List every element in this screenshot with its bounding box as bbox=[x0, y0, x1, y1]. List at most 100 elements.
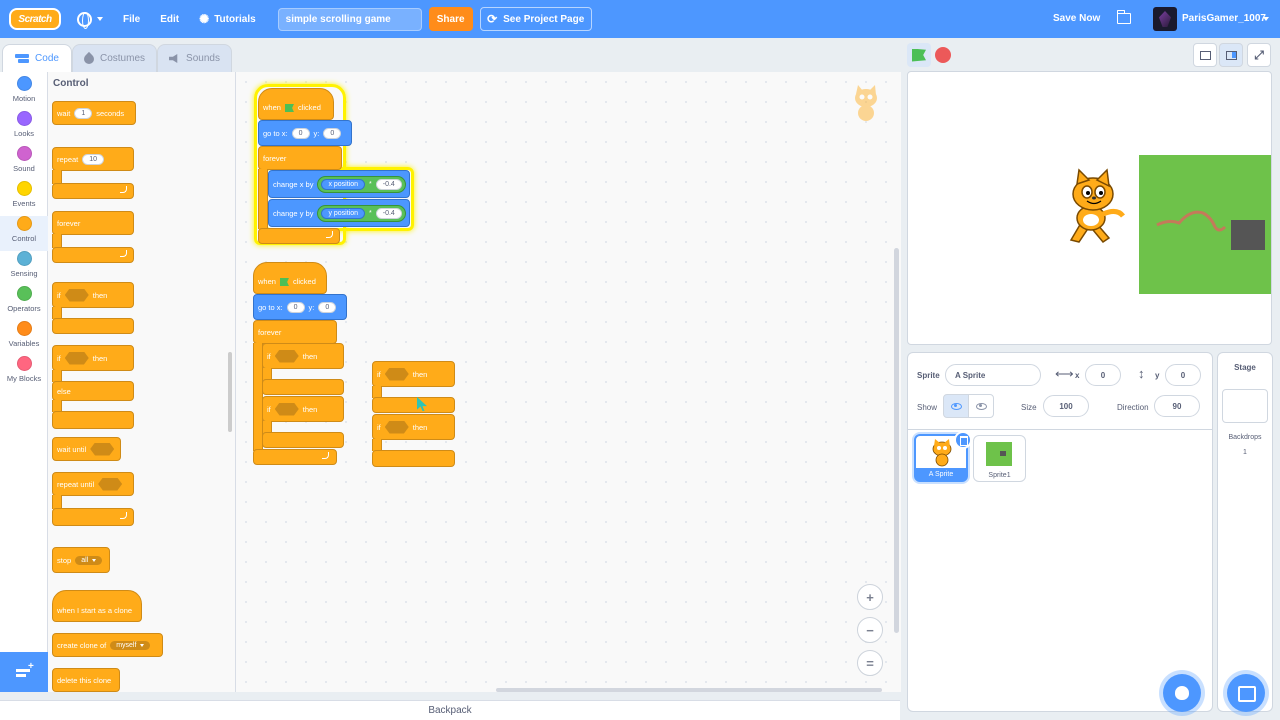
category-sensing[interactable]: Sensing bbox=[0, 251, 48, 286]
avatar[interactable] bbox=[1153, 7, 1177, 31]
category-motion[interactable]: Motion bbox=[0, 76, 48, 111]
if-then-block[interactable]: if then bbox=[372, 361, 455, 387]
when-flag-clicked-block[interactable]: when clicked bbox=[258, 88, 334, 120]
language-menu[interactable] bbox=[67, 0, 113, 38]
multiply-operator[interactable]: y position * -0.4 bbox=[317, 204, 406, 222]
create-clone-block[interactable]: create clone of myself bbox=[52, 633, 163, 657]
palette-scrollbar[interactable] bbox=[228, 352, 232, 432]
workspace-horizontal-scrollbar[interactable] bbox=[496, 688, 882, 692]
save-now-button[interactable]: Save Now bbox=[1053, 13, 1100, 24]
edit-menu[interactable]: Edit bbox=[150, 0, 189, 38]
sprite1-green-map[interactable] bbox=[1139, 155, 1271, 294]
x-input[interactable]: 0 bbox=[286, 301, 305, 313]
condition-slot[interactable] bbox=[98, 477, 123, 491]
change-y-block[interactable]: change y by y position * -0.4 bbox=[268, 199, 410, 227]
share-button[interactable]: Share bbox=[428, 7, 473, 31]
tab-code[interactable]: Code bbox=[2, 44, 72, 72]
y-input[interactable]: 0 bbox=[318, 301, 337, 313]
direction-field[interactable]: 90 bbox=[1154, 395, 1200, 417]
delete-clone-block[interactable]: delete this clone bbox=[52, 668, 120, 692]
sprite-tile-sprite1[interactable]: Sprite1 bbox=[973, 435, 1026, 482]
forever-block[interactable]: forever bbox=[253, 320, 337, 344]
block-input[interactable]: 1 bbox=[74, 107, 93, 119]
see-project-page-button[interactable]: ⟳ See Project Page bbox=[479, 7, 592, 31]
change-x-block[interactable]: change x by x position * -0.4 bbox=[268, 170, 410, 198]
category-variables[interactable]: Variables bbox=[0, 321, 48, 356]
project-title-input[interactable]: simple scrolling game bbox=[277, 7, 422, 31]
zoom-out-button[interactable]: − bbox=[857, 617, 883, 643]
multiplier-input[interactable]: -0.4 bbox=[375, 207, 402, 219]
category-my-blocks[interactable]: My Blocks bbox=[0, 356, 48, 391]
tab-sounds[interactable]: Sounds bbox=[157, 44, 232, 72]
scratch-cat-sprite[interactable] bbox=[1051, 168, 1131, 248]
if-then-block[interactable]: if then bbox=[52, 282, 134, 308]
tutorials-menu[interactable]: ✺ Tutorials bbox=[189, 0, 266, 38]
if-else-block[interactable]: if then bbox=[52, 345, 134, 371]
multiply-operator[interactable]: x position * -0.4 bbox=[317, 175, 406, 193]
zoom-reset-button[interactable]: = bbox=[857, 650, 883, 676]
tab-costumes[interactable]: Costumes bbox=[72, 44, 157, 72]
forever-block[interactable]: forever bbox=[52, 211, 134, 235]
condition-slot[interactable] bbox=[384, 367, 409, 381]
wait-until-block[interactable]: wait until bbox=[52, 437, 121, 461]
add-sprite-button[interactable] bbox=[1163, 674, 1201, 712]
stop-block[interactable]: stop all bbox=[52, 547, 110, 573]
category-sound[interactable]: Sound bbox=[0, 146, 48, 181]
folder-icon[interactable] bbox=[1116, 10, 1131, 24]
fullscreen-button[interactable]: ⤢ bbox=[1247, 43, 1271, 67]
stop-dropdown[interactable]: all bbox=[75, 555, 103, 565]
normal-stage-button[interactable] bbox=[1219, 43, 1243, 67]
username[interactable]: ParisGamer_1007 bbox=[1182, 13, 1266, 24]
direction-label: Direction bbox=[1117, 403, 1149, 412]
category-events[interactable]: Events bbox=[0, 181, 48, 216]
go-to-xy-block[interactable]: go to x: 0 y: 0 bbox=[258, 120, 352, 146]
stage-selector-pane[interactable]: Stage Backdrops 1 bbox=[1217, 352, 1273, 712]
condition-slot[interactable] bbox=[64, 288, 89, 302]
category-operators[interactable]: Operators bbox=[0, 286, 48, 321]
y-field[interactable]: 0 bbox=[1165, 364, 1201, 386]
condition-slot[interactable] bbox=[384, 420, 409, 434]
wait-block[interactable]: wait 1 seconds bbox=[52, 101, 136, 125]
condition-slot[interactable] bbox=[274, 402, 299, 416]
zoom-in-button[interactable]: + bbox=[857, 584, 883, 610]
delete-sprite-button[interactable] bbox=[954, 431, 972, 449]
condition-slot[interactable] bbox=[274, 349, 299, 363]
backpack[interactable]: Backpack bbox=[0, 700, 900, 720]
repeat-until-block[interactable]: repeat until bbox=[52, 472, 134, 496]
x-field[interactable]: 0 bbox=[1085, 364, 1121, 386]
hide-sprite-button[interactable] bbox=[968, 394, 994, 418]
if-then-block[interactable]: if then bbox=[262, 396, 344, 422]
size-field[interactable]: 100 bbox=[1043, 395, 1089, 417]
category-control[interactable]: Control bbox=[0, 216, 48, 251]
when-start-as-clone-block[interactable]: when I start as a clone bbox=[52, 590, 142, 622]
workspace-vertical-scrollbar[interactable] bbox=[894, 248, 899, 633]
go-to-xy-block[interactable]: go to x: 0 y: 0 bbox=[253, 294, 347, 320]
condition-slot[interactable] bbox=[90, 442, 115, 456]
block-input[interactable]: 10 bbox=[82, 153, 105, 165]
add-backdrop-button[interactable] bbox=[1227, 674, 1265, 712]
small-stage-button[interactable] bbox=[1193, 43, 1217, 67]
forever-block[interactable]: forever bbox=[258, 146, 342, 170]
y-position-reporter[interactable]: y position bbox=[321, 207, 366, 219]
green-flag-button[interactable] bbox=[907, 43, 931, 67]
add-extension-button[interactable] bbox=[0, 652, 48, 692]
when-flag-clicked-block[interactable]: when clicked bbox=[253, 262, 327, 294]
condition-slot[interactable] bbox=[64, 351, 89, 365]
multiplier-input[interactable]: -0.4 bbox=[375, 178, 402, 190]
stage-thumbnail[interactable] bbox=[1222, 389, 1268, 423]
y-input[interactable]: 0 bbox=[323, 127, 342, 139]
category-looks[interactable]: Looks bbox=[0, 111, 48, 146]
clone-target-dropdown[interactable]: myself bbox=[110, 640, 151, 650]
repeat-block[interactable]: repeat 10 bbox=[52, 147, 134, 171]
x-input[interactable]: 0 bbox=[291, 127, 310, 139]
show-sprite-button[interactable] bbox=[943, 394, 969, 418]
sprite-name-field[interactable]: A Sprite bbox=[945, 364, 1041, 386]
x-position-reporter[interactable]: x position bbox=[321, 178, 366, 190]
if-then-block[interactable]: if then bbox=[262, 343, 344, 369]
stop-button[interactable] bbox=[935, 47, 951, 63]
stage-canvas[interactable] bbox=[907, 71, 1272, 345]
scratch-logo[interactable]: Scratch bbox=[9, 8, 61, 30]
chevron-down-icon[interactable] bbox=[1263, 17, 1269, 21]
if-then-block[interactable]: if then bbox=[372, 414, 455, 440]
file-menu[interactable]: File bbox=[113, 0, 150, 38]
